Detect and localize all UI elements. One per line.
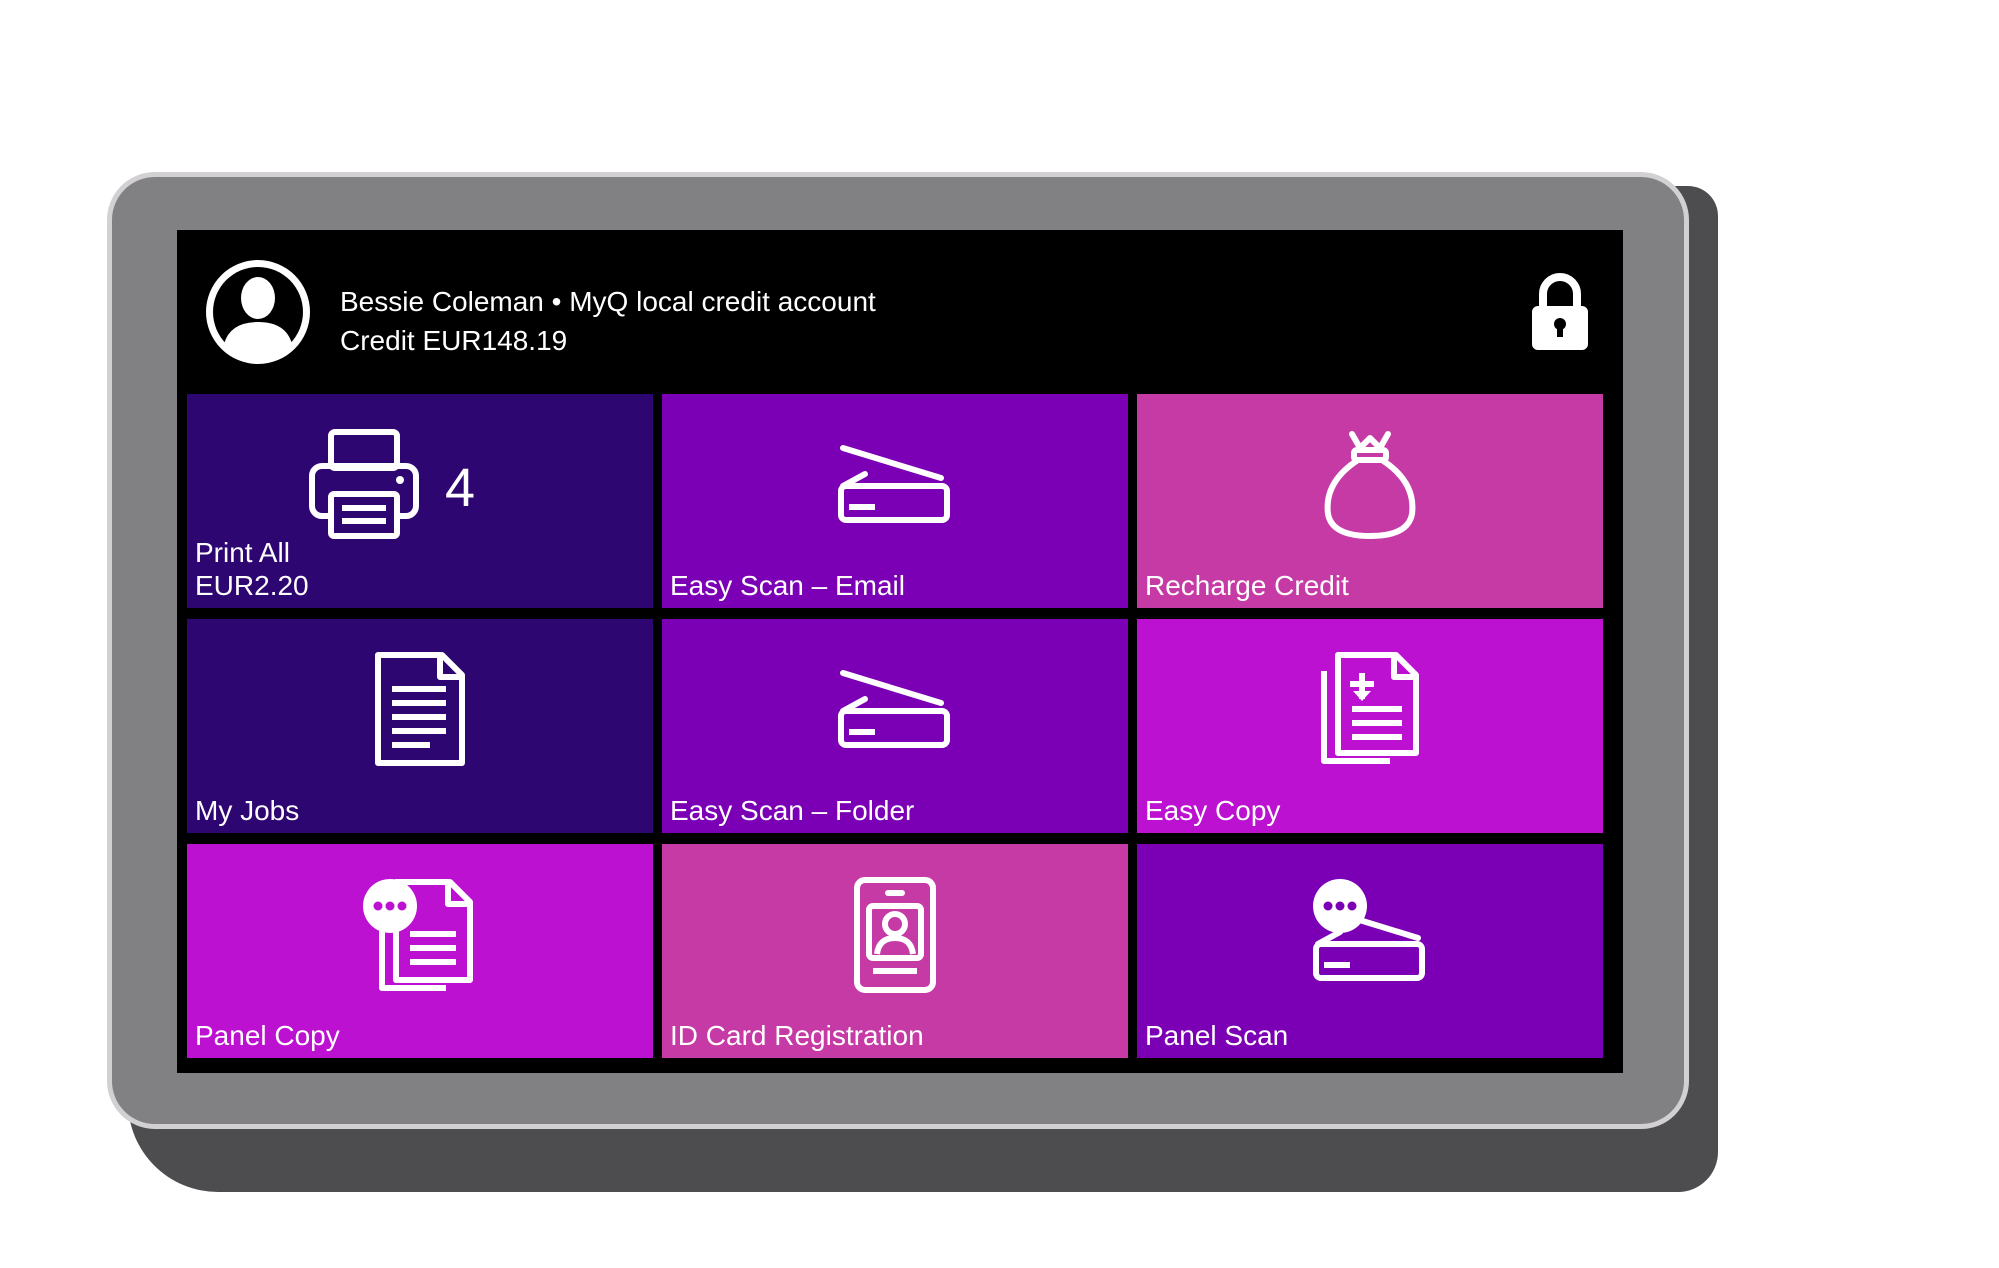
- easy-scan-email-tile[interactable]: Easy Scan – Email: [662, 394, 1128, 608]
- id-card-icon: [835, 876, 955, 996]
- print-job-count: 4: [445, 458, 476, 518]
- easy-copy-label: Easy Copy: [1145, 795, 1281, 826]
- scanner-icon: [835, 426, 955, 546]
- copy-documents-icon: [1310, 651, 1430, 771]
- recharge-credit-label: Recharge Credit: [1145, 570, 1349, 601]
- tile-grid: 4 Print All EUR2.20 Easy Scan – Email Re…: [187, 394, 1611, 1062]
- panel-scan-tile[interactable]: Panel Scan: [1137, 844, 1603, 1058]
- my-jobs-tile[interactable]: My Jobs: [187, 619, 653, 833]
- print-all-title: Print All: [195, 537, 290, 568]
- stage: Bessie Coleman • MyQ local credit accoun…: [0, 0, 1999, 1268]
- id-card-registration-tile[interactable]: ID Card Registration: [662, 844, 1128, 1058]
- scanner-icon: [835, 651, 955, 771]
- panel-copy-label: Panel Copy: [195, 1020, 340, 1051]
- document-icon: [360, 651, 480, 771]
- user-avatar-icon: [204, 258, 312, 366]
- terminal-screen: Bessie Coleman • MyQ local credit accoun…: [177, 230, 1623, 1073]
- easy-scan-email-label: Easy Scan – Email: [670, 570, 905, 601]
- panel-copy-icon: [360, 876, 480, 996]
- recharge-credit-tile[interactable]: Recharge Credit: [1137, 394, 1603, 608]
- panel-scan-icon: [1310, 876, 1430, 996]
- lock-icon[interactable]: [1529, 272, 1591, 352]
- user-account-line: Bessie Coleman • MyQ local credit accoun…: [340, 286, 876, 317]
- header-bar: Bessie Coleman • MyQ local credit accoun…: [177, 230, 1623, 388]
- money-bag-icon: [1310, 426, 1430, 546]
- easy-scan-folder-label: Easy Scan – Folder: [670, 795, 915, 826]
- print-all-price: EUR2.20: [195, 570, 309, 601]
- id-card-registration-label: ID Card Registration: [670, 1020, 924, 1051]
- easy-copy-tile[interactable]: Easy Copy: [1137, 619, 1603, 833]
- my-jobs-label: My Jobs: [195, 795, 300, 826]
- easy-scan-folder-tile[interactable]: Easy Scan – Folder: [662, 619, 1128, 833]
- print-all-label: Print All EUR2.20: [195, 536, 309, 602]
- credit-balance: Credit EUR148.19: [340, 325, 568, 356]
- printer-icon: [304, 426, 424, 546]
- panel-copy-tile[interactable]: Panel Copy: [187, 844, 653, 1058]
- panel-scan-label: Panel Scan: [1145, 1020, 1289, 1051]
- print-all-tile[interactable]: 4 Print All EUR2.20: [187, 394, 653, 608]
